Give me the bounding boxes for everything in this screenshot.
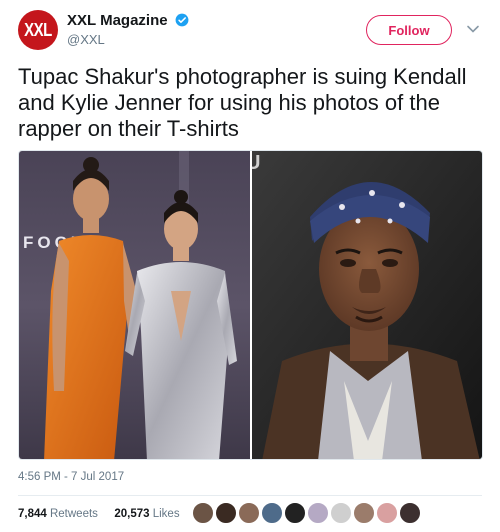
avatar-logo-text: XXL — [24, 19, 52, 41]
liker-avatar[interactable] — [353, 502, 375, 524]
liker-avatar[interactable] — [284, 502, 306, 524]
likes-label: Likes — [152, 508, 180, 520]
likes-count: 20,573 — [114, 508, 150, 520]
tweet-media[interactable]: FOCUS — [18, 150, 483, 460]
photo-tupac[interactable]: U — [252, 151, 482, 459]
tweet-header: XXL XXL Magazine @XXL Follow — [0, 0, 500, 60]
tweet-stats: 7,844 Retweets 20,573 Likes — [18, 508, 180, 520]
follow-button[interactable]: Follow — [366, 15, 452, 45]
liker-avatar[interactable] — [261, 502, 283, 524]
liker-avatar[interactable] — [192, 502, 214, 524]
account-name[interactable]: XXL Magazine — [67, 12, 189, 29]
tweet-timestamp[interactable]: 4:56 PM - 7 Jul 2017 — [18, 471, 124, 483]
verified-badge-icon — [175, 13, 189, 27]
liker-avatar[interactable] — [215, 502, 237, 524]
liker-avatar[interactable] — [238, 502, 260, 524]
photo-tupac-image: U — [252, 151, 482, 459]
liker-avatar[interactable] — [376, 502, 398, 524]
retweets-stat[interactable]: 7,844 Retweets — [18, 508, 98, 520]
likers-avatars — [192, 502, 422, 526]
account-name-text: XXL Magazine — [67, 12, 168, 29]
avatar[interactable]: XXL — [18, 10, 58, 50]
backdrop-text-right: U — [252, 152, 260, 174]
retweets-count: 7,844 — [18, 508, 47, 520]
chevron-down-icon[interactable] — [466, 22, 480, 36]
photo-kendall-kylie[interactable]: FOCUS — [19, 151, 250, 459]
retweets-label: Retweets — [49, 508, 98, 520]
liker-avatar[interactable] — [307, 502, 329, 524]
photo-kendall-kylie-image: FOCUS — [19, 151, 250, 459]
likes-stat[interactable]: 20,573 Likes — [114, 508, 179, 520]
divider — [18, 495, 482, 496]
account-handle[interactable]: @XXL — [67, 32, 105, 47]
liker-avatar[interactable] — [330, 502, 352, 524]
tweet-text: Tupac Shakur's photographer is suing Ken… — [18, 64, 467, 141]
liker-avatar[interactable] — [399, 502, 421, 524]
